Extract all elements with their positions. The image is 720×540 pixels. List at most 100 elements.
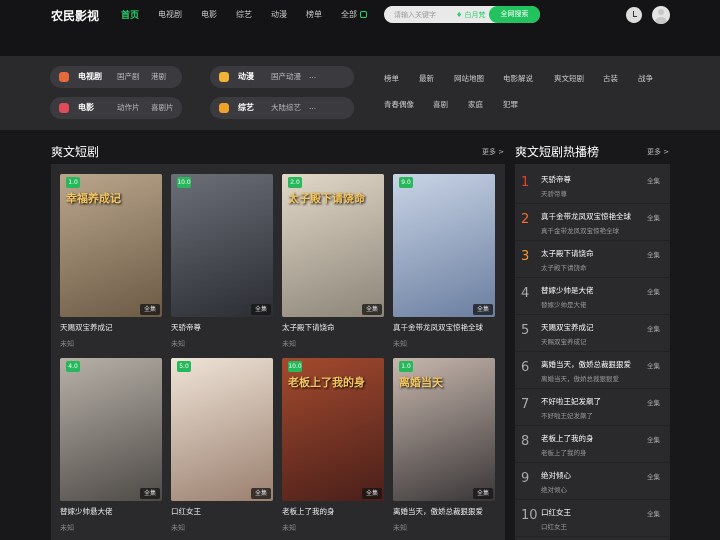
drama-card[interactable]: 4.0 全集 替嫁少帅悬大佬 未知 [60,358,162,532]
nav-rankings[interactable]: 榜单 [306,9,322,20]
rank-title[interactable]: 绝对倾心 [541,470,571,481]
category-link[interactable]: 网站地图 [454,73,484,84]
poster-title-art: 离婚当天 [399,376,443,389]
ranking-item[interactable]: 4 替嫁少帅是大佬 替嫁少帅是大佬 全集 [515,278,670,315]
category-link[interactable]: 喜剧 [433,99,448,110]
user-avatar[interactable] [652,6,670,24]
drama-subtitle: 未知 [282,340,296,348]
rank-title[interactable]: 太子殿下请饶命 [541,248,594,259]
category-link[interactable]: 最新 [419,73,434,84]
nav-tv[interactable]: 电视剧 [158,9,182,20]
drama-poster[interactable]: 4.0 全集 [60,358,162,501]
drama-title[interactable]: 天骄帝尊 [171,322,267,333]
category-sub-link[interactable]: 动作片 [117,102,140,113]
category-sub-link[interactable]: 国产剧 [117,71,140,82]
rank-title[interactable]: 天骄帝尊 [541,174,571,185]
category-name[interactable]: 电视剧 [78,71,102,82]
drama-subtitle: 未知 [171,524,185,532]
score-badge: 1.0 [399,361,413,372]
category-sub-link[interactable]: 大陆综艺 [271,102,301,113]
rank-status-tag: 全集 [647,436,660,444]
nav-all[interactable]: 全部 [341,9,367,20]
nav-home[interactable]: 首页 [121,8,139,21]
drama-title[interactable]: 天赐双宝养成记 [60,322,156,333]
ranking-more-link[interactable]: 更多 > [647,147,669,157]
drama-poster[interactable]: 9.0 全集 [393,174,495,317]
ranking-item[interactable]: 8 老板上了我的身 老板上了我的身 全集 [515,426,670,463]
drama-title[interactable]: 老板上了我的身 [282,506,378,517]
category-link[interactable]: 青春偶像 [384,99,414,110]
drama-title[interactable]: 替嫁少帅悬大佬 [60,506,156,517]
drama-card[interactable]: 离婚当天 1.0 全集 离婚当天，傲娇总裁狠狠爱 未知 [393,358,495,532]
rank-status-tag: 全集 [647,473,660,481]
rank-number: 2 [521,212,530,227]
ranking-item[interactable]: 10 口红女王 口红女王 全集 [515,500,670,537]
nav-variety[interactable]: 综艺 [236,9,252,20]
category-name[interactable]: 电影 [78,102,94,113]
nav-movie[interactable]: 电影 [201,9,217,20]
drama-poster[interactable]: 5.0 全集 [171,358,273,501]
rank-title[interactable]: 天赐双宝养成记 [541,322,594,333]
rank-subtitle: 天赐双宝养成记 [541,338,587,346]
drama-title[interactable]: 太子殿下请饶命 [282,322,378,333]
drama-poster[interactable]: 10.0 全集 [171,174,273,317]
category-link[interactable]: 家庭 [468,99,483,110]
drama-subtitle: 未知 [282,524,296,532]
category-name[interactable]: 综艺 [238,102,254,113]
drama-poster[interactable]: 幸福养成记 1.0 全集 [60,174,162,317]
ranking-item[interactable]: 7 不好啦王妃发飙了 不好啦王妃发飙了 全集 [515,389,670,426]
drama-title[interactable]: 口红女王 [171,506,267,517]
poster-title-art: 幸福养成记 [66,192,121,205]
drama-card[interactable]: 9.0 全集 真千金带龙凤双宝惊艳全球 未知 [393,174,495,348]
drama-title[interactable]: 离婚当天，傲娇总裁狠狠爱 [393,506,489,517]
ranking-item[interactable]: 2 真千金带龙凤双宝惊艳全球 真千金带龙凤双宝惊艳全球 全集 [515,204,670,241]
hot-search-tag[interactable]: ♦ 白月梵 [456,10,486,20]
ranking-item[interactable]: 1 天骄帝尊 天骄帝尊 全集 [515,167,670,204]
history-clock-icon[interactable] [626,7,642,23]
category-link[interactable]: 战争 [638,73,653,84]
drama-card[interactable]: 10.0 全集 天骄帝尊 未知 [171,174,273,348]
film-icon [59,103,69,113]
category-link[interactable]: 榜单 [384,73,399,84]
drama-poster[interactable]: 离婚当天 1.0 全集 [393,358,495,501]
drama-poster[interactable]: 太子殿下请饶命 2.0 全集 [282,174,384,317]
status-tag: 全集 [361,304,382,315]
drama-card[interactable]: 5.0 全集口红女王未知 [171,358,273,532]
rank-subtitle: 替嫁少帅是大佬 [541,301,587,309]
drama-card[interactable]: 太子殿下请饶命 2.0 全集太子殿下请饶命 未知 [282,174,384,348]
site-logo[interactable]: 农民影视 [51,7,99,24]
rank-title[interactable]: 不好啦王妃发飙了 [541,396,601,407]
drama-title[interactable]: 真千金带龙凤双宝惊艳全球 [393,322,489,333]
category-sub-link[interactable]: 港剧 [151,71,166,82]
status-tag: 全集 [361,488,382,499]
ranking-item[interactable]: 6 离婚当天，傲娇总裁狠狠爱 离婚当天，傲娇总裁狠狠爱 全集 [515,352,670,389]
search-bar: ♦ 白月梵 全网搜索 [384,6,540,23]
ranking-item[interactable]: 9 绝对倾心 绝对倾心 全集 [515,463,670,500]
rank-title[interactable]: 真千金带龙凤双宝惊艳全球 [541,211,631,222]
category-link[interactable]: 犯罪 [503,99,518,110]
category-sub-link[interactable]: ... [309,102,316,111]
category-sub-link[interactable]: 国产动漫 [271,71,301,82]
rank-status-tag: 全集 [647,251,660,259]
category-link[interactable]: 电影解说 [503,73,533,84]
nav-anime[interactable]: 动漫 [271,9,287,20]
rank-title[interactable]: 老板上了我的身 [541,433,594,444]
search-button[interactable]: 全网搜索 [489,6,540,23]
drama-card[interactable]: 幸福养成记 1.0 全集 天赐双宝养成记 未知 [60,174,162,348]
ranking-item[interactable]: 3 太子殿下请饶命 太子殿下请饶命 全集 [515,241,670,278]
rank-number: 4 [521,286,530,301]
category-link[interactable]: 古装 [603,73,618,84]
category-sub-link[interactable]: 喜剧片 [151,102,174,113]
search-input[interactable] [394,9,454,20]
rank-title[interactable]: 替嫁少帅是大佬 [541,285,594,296]
drama-card[interactable]: 老板上了我的身 10.0 全集老板上了我的身 未知 [282,358,384,532]
category-name[interactable]: 动漫 [238,71,254,82]
rank-title[interactable]: 离婚当天，傲娇总裁狠狠爱 [541,359,631,370]
more-link[interactable]: 更多 > [482,147,504,157]
ranking-item[interactable]: 5 天赐双宝养成记 天赐双宝养成记 全集 [515,315,670,352]
category-link[interactable]: 爽文短剧 [554,73,584,84]
rank-status-tag: 全集 [647,510,660,518]
drama-poster[interactable]: 老板上了我的身 10.0 全集 [282,358,384,501]
rank-title[interactable]: 口红女王 [541,507,571,518]
category-sub-link[interactable]: ... [309,71,316,80]
